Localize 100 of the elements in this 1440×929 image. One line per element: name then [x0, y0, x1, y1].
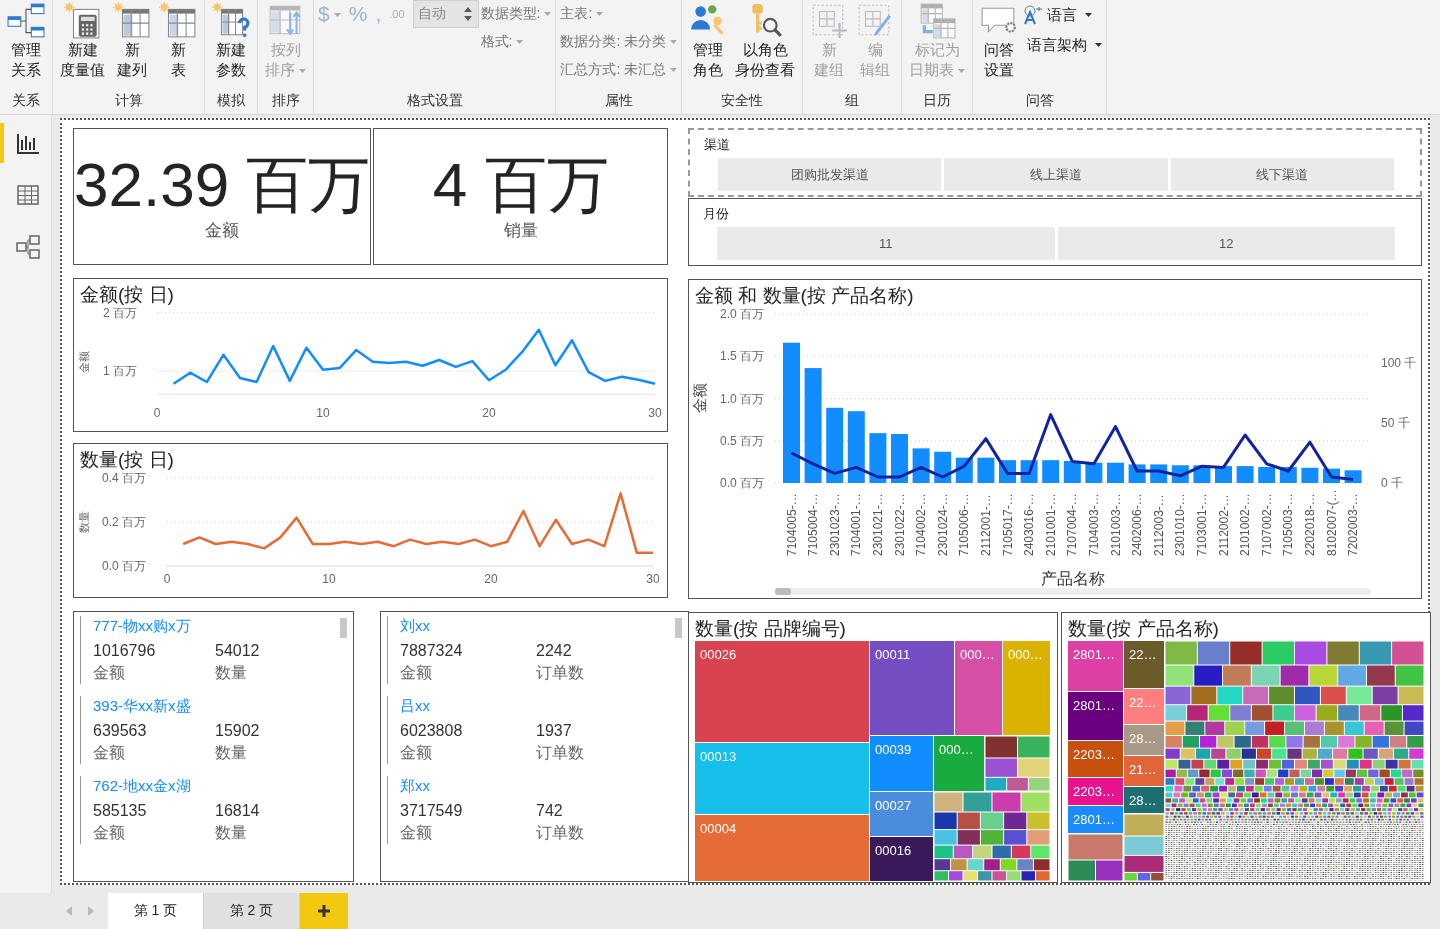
treemap-tile[interactable] [1124, 725, 1164, 755]
ribbon-button[interactable]: 新建 度量值 [57, 0, 108, 82]
treemap-tile[interactable] [1124, 641, 1164, 688]
axis-tick-label: 2101003-… [1108, 493, 1123, 556]
treemap-tile[interactable] [870, 792, 933, 836]
treemap-tile[interactable] [1068, 778, 1123, 805]
axis-tick-label: 2101002-… [1238, 493, 1253, 556]
scrollbar-thumb[interactable] [340, 618, 347, 638]
axis-tick-label: 10 [316, 406, 330, 420]
axis-tick-label: 2202018-… [1302, 493, 1317, 556]
bar [869, 433, 887, 483]
ribbon-button[interactable]: 以角色 身份查看 [732, 0, 799, 82]
treemap-tile[interactable] [934, 736, 984, 791]
bar [891, 434, 908, 483]
slicer-option[interactable]: 团购批发渠道 [718, 158, 942, 191]
axis-tick-label: 2112001-… [978, 494, 993, 556]
slicer[interactable]: 渠道 团购批发渠道 线上渠道 线下渠道 [688, 128, 1422, 197]
plus-icon [317, 904, 331, 918]
ribbon-button[interactable]: 管理 关系 [4, 0, 48, 82]
tile-label: 22… [1129, 695, 1157, 710]
treemap-tile[interactable] [1068, 641, 1123, 691]
treemap-tile[interactable] [695, 641, 869, 742]
page-tab[interactable]: 第 2 页 [204, 893, 300, 929]
axis-tick-label: 0 千 [1381, 476, 1403, 490]
treemap-tile[interactable] [1124, 756, 1164, 786]
treemap-tile[interactable] [1068, 806, 1123, 833]
group-label: 属性 [603, 91, 634, 110]
card-value: 639563 [93, 721, 148, 741]
treemap-tile[interactable] [955, 641, 1002, 735]
treemap-tile[interactable] [870, 736, 933, 791]
treemap-tile[interactable] [1068, 692, 1123, 740]
tile-label: 2801… [1073, 812, 1115, 827]
treemap-tile[interactable] [1124, 689, 1164, 724]
axis-tick-label: 2.0 百万 [720, 308, 764, 321]
slicer[interactable]: 月份 11 12 [688, 198, 1422, 266]
slicer-option[interactable]: 线上渠道 [944, 158, 1168, 191]
ribbon-button[interactable]: 新建 参数 [209, 0, 253, 82]
slicer-option[interactable]: 线下渠道 [1170, 158, 1394, 191]
chart-title: 金额 和 数量(按 产品名称) [694, 284, 915, 308]
axis-tick-label: 7107002-… [1259, 493, 1274, 556]
slicer-title: 月份 [703, 205, 730, 223]
caret-icon [1095, 43, 1103, 47]
card-value: 16814 [215, 801, 261, 821]
axis-tick-label: 2301023-… [827, 493, 842, 556]
next-page-icon[interactable] [88, 906, 94, 916]
axis-title: 产品名称 [1041, 570, 1105, 587]
slicer-option[interactable]: 11 [717, 227, 1055, 260]
tile-label: 00004 [700, 821, 737, 836]
ribbon-button[interactable]: 新 表 [156, 0, 200, 82]
page-tab[interactable]: 第 1 页 [108, 893, 204, 929]
axis-tick-label: 10 [322, 572, 336, 586]
card-label: 金额 [93, 743, 126, 763]
kpi-label: 销量 [503, 220, 538, 242]
axis-tick-label: 0.0 百万 [102, 559, 146, 573]
ribbon-button[interactable]: 新 建列 [110, 0, 154, 82]
ribbon-button[interactable]: 问答 设置 [977, 0, 1022, 82]
treemap-tile[interactable] [695, 815, 869, 881]
tile-label: 000… [939, 742, 974, 757]
caret-icon [596, 12, 604, 17]
card-label: 数量 [215, 743, 248, 763]
previous-page-icon[interactable] [66, 906, 72, 916]
axis-title: 数量 [78, 511, 90, 533]
kpi-value: 4 百万 [432, 151, 609, 219]
treemap-tile[interactable] [1124, 787, 1164, 813]
dropdown-button[interactable]: 语言架构 [1023, 32, 1103, 58]
axis-tick-label: 2 百万 [103, 307, 137, 320]
card-title: 吕xx [400, 696, 431, 716]
ribbon-button[interactable]: 管理 角色 [686, 0, 731, 82]
axis-tick-label: 30 [648, 406, 662, 420]
group-label: 计算 [113, 91, 144, 110]
tile-label: 000… [1008, 647, 1043, 662]
slicer-option[interactable]: 12 [1057, 227, 1395, 260]
bar [1042, 460, 1060, 483]
group-label: 日历 [922, 91, 953, 110]
spinner-arrows-icon [463, 7, 472, 21]
group-label: 安全性 [720, 91, 765, 110]
group-label: 模拟 [216, 91, 246, 110]
card-value: 1016796 [93, 641, 157, 661]
axis-tick-label: 2403016-… [1022, 493, 1037, 556]
caret-icon [670, 40, 678, 45]
axis-tick-label: 1 百万 [103, 364, 137, 378]
scrollbar[interactable] [775, 588, 1371, 595]
treemap-tile[interactable] [870, 837, 933, 881]
add-page-button[interactable] [300, 893, 348, 929]
axis-title: 金额 [691, 383, 708, 413]
group-label: 排序 [270, 91, 301, 110]
treemap-tile[interactable] [870, 641, 954, 735]
group-label: 关系 [11, 91, 41, 110]
treemap-tile[interactable] [695, 743, 869, 814]
bar [847, 411, 865, 483]
treemap-tile[interactable] [1003, 641, 1050, 735]
chart-title: 金额(按 日) [79, 283, 175, 307]
card-label: 金额 [400, 663, 433, 683]
scrollbar-thumb[interactable] [675, 618, 682, 638]
dropdown-button[interactable]: 语言 [1023, 2, 1103, 28]
axis-tick-label: 0.5 百万 [720, 433, 764, 448]
card-label: 订单数 [536, 663, 585, 683]
card-value: 3717549 [400, 801, 464, 821]
axis-tick-label: 30 [646, 572, 660, 586]
treemap-tile[interactable] [1068, 741, 1123, 777]
